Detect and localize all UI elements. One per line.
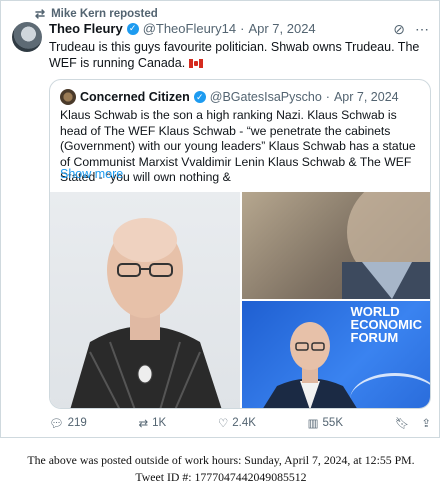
quote-author-handle: @BGatesIsaPyscho bbox=[209, 90, 322, 104]
analytics-icon: ▥ bbox=[307, 418, 319, 430]
canada-flag-icon bbox=[188, 59, 203, 69]
repost-icon: ⇄ bbox=[35, 7, 46, 21]
heart-icon: ♡ bbox=[217, 418, 229, 430]
show-more-link[interactable]: Show more bbox=[60, 167, 123, 181]
repost-icon: ⇄ bbox=[138, 418, 149, 430]
like-count: 2.4K bbox=[232, 417, 256, 429]
tweet-top-icons: ⊘ ⋯ bbox=[393, 21, 429, 38]
repost-button[interactable]: ⇄ 1K bbox=[139, 416, 167, 430]
author-handle[interactable]: @TheoFleury14 bbox=[143, 21, 236, 36]
photo-close-up-face[interactable] bbox=[242, 192, 430, 299]
like-button[interactable]: ♡ 2.4K bbox=[218, 416, 256, 430]
reply-button[interactable]: 💬︎ 219 bbox=[49, 416, 87, 430]
tweet-text: Trudeau is this guys favourite politicia… bbox=[49, 39, 429, 71]
verified-badge-icon: ✓ bbox=[126, 22, 139, 35]
quoted-tweet[interactable]: Concerned Citizen ✓ @BGatesIsaPyscho · A… bbox=[49, 79, 431, 409]
quote-media-grid: WORLD ECONOMIC FORUM bbox=[50, 192, 430, 408]
quote-author-line: Concerned Citizen ✓ @BGatesIsaPyscho · A… bbox=[60, 89, 399, 105]
tweet-card[interactable]: ⇄ Mike Kern reposted Theo Fleury ✓ @Theo… bbox=[0, 0, 440, 438]
photo-man-in-black-robe[interactable] bbox=[50, 192, 240, 408]
tweet-text-body: Trudeau is this guys favourite politicia… bbox=[49, 40, 420, 70]
tweet-author-line: Theo Fleury ✓ @TheoFleury14 · Apr 7, 202… bbox=[49, 21, 429, 36]
caption-footer: The above was posted outside of work hou… bbox=[0, 452, 442, 486]
separator-dot: · bbox=[325, 90, 330, 104]
quote-author-name: Concerned Citizen bbox=[80, 90, 190, 104]
repost-count: 1K bbox=[152, 417, 167, 429]
quote-date: Apr 7, 2024 bbox=[333, 90, 399, 104]
verified-badge-icon: ✓ bbox=[193, 91, 206, 103]
share-icon[interactable]: ⇪ bbox=[421, 416, 431, 430]
tweet-id-note: Tweet ID #: 1777047442049085512 bbox=[135, 470, 307, 484]
posting-time-note: The above was posted outside of work hou… bbox=[27, 453, 415, 467]
tweet-actions: 💬︎ 219 ⇄ 1K ♡ 2.4K ▥ 55K 🔖︎ ⇪ bbox=[49, 416, 431, 430]
view-count: 55K bbox=[322, 417, 343, 429]
more-options-icon[interactable]: ⋯ bbox=[415, 21, 429, 38]
separator-dot: · bbox=[240, 21, 245, 36]
grok-icon[interactable]: ⊘ bbox=[393, 21, 405, 38]
bookmark-icon[interactable]: 🔖︎ bbox=[395, 416, 410, 430]
views-button[interactable]: ▥ 55K bbox=[308, 416, 343, 430]
tweet-date[interactable]: Apr 7, 2024 bbox=[248, 21, 315, 36]
author-name[interactable]: Theo Fleury bbox=[49, 21, 123, 36]
secondary-actions: 🔖︎ ⇪ bbox=[395, 416, 431, 430]
reply-count: 219 bbox=[67, 417, 87, 429]
repost-indicator: ⇄ Mike Kern reposted bbox=[35, 7, 158, 21]
repost-text: Mike Kern reposted bbox=[51, 8, 158, 20]
photo-wef-event[interactable]: WORLD ECONOMIC FORUM bbox=[242, 301, 430, 408]
quote-author-avatar bbox=[60, 89, 76, 105]
reply-icon: 💬︎ bbox=[49, 418, 64, 430]
author-avatar[interactable] bbox=[12, 22, 42, 52]
